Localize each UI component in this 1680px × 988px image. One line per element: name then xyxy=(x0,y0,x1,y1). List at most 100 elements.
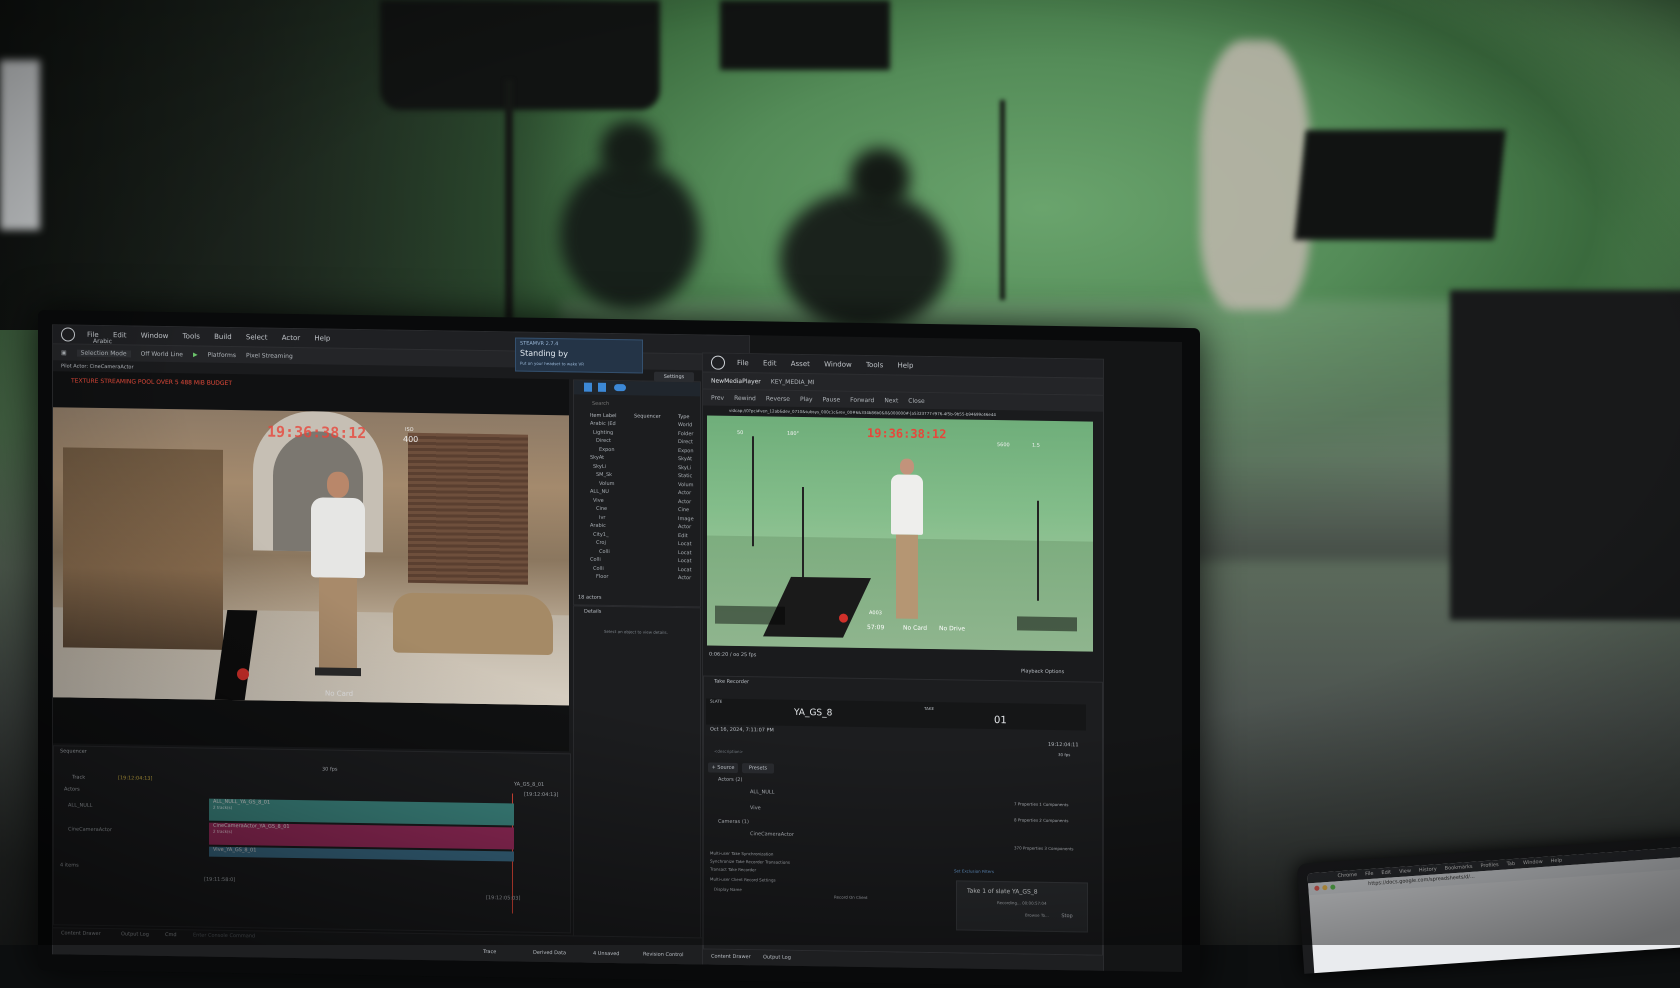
outliner-row[interactable]: Expon Expon xyxy=(574,446,700,454)
min-dot-icon[interactable] xyxy=(1322,885,1328,891)
laptop-menu-item[interactable]: History xyxy=(1419,866,1437,873)
outliner-row[interactable]: Floor Actor xyxy=(574,573,700,581)
outliner-row[interactable]: Croj Locat xyxy=(574,539,700,548)
outliner-row[interactable]: ALL_NU Actor xyxy=(574,488,700,497)
output-log-button[interactable]: Output Log xyxy=(121,931,149,937)
media-menu-help[interactable]: Help xyxy=(897,362,913,370)
cube-icon[interactable] xyxy=(598,382,606,392)
save-icon[interactable]: ▣ xyxy=(61,349,67,356)
exclusion-filters-button[interactable]: Set Exclusion Filters xyxy=(954,868,994,874)
media-menu-file[interactable]: File xyxy=(737,359,749,367)
media-control-pause[interactable]: Pause xyxy=(823,396,841,403)
outliner-row[interactable]: SkyAt SkyAt xyxy=(574,454,700,463)
level-viewport[interactable]: TEXTURE STREAMING POOL OVER 5 488 MiB BU… xyxy=(53,371,569,752)
menu-select[interactable]: Select xyxy=(246,333,268,341)
client-settings-header[interactable]: Multi-user Client Record Settings xyxy=(710,877,776,883)
clip-cine-camera[interactable]: CineCameraActor_YA_GS_8_01 2 track(s) xyxy=(209,822,514,850)
media-content-drawer[interactable]: Content Drawer xyxy=(711,954,751,961)
media-control-close[interactable]: Close xyxy=(908,397,924,404)
outliner-row[interactable]: Arabic (Ed World xyxy=(574,420,700,429)
media-menu-window[interactable]: Window xyxy=(824,360,852,368)
outliner-row[interactable]: Lighting Folder xyxy=(574,429,700,437)
cmd-button[interactable]: Cmd xyxy=(165,932,177,938)
add-source-button[interactable]: + Source xyxy=(708,762,738,773)
take-value[interactable]: 01 xyxy=(994,715,1007,726)
outliner-row[interactable]: SkyLi SkyLi xyxy=(574,463,700,471)
unsaved-button[interactable]: 4 Unsaved xyxy=(593,951,619,957)
track-row-all-null[interactable]: ALL_NULL xyxy=(68,802,92,808)
clip-all-null[interactable]: ALL_NULL_YA_GS_8_01 2 track(s) xyxy=(209,798,514,826)
media-menu-edit[interactable]: Edit xyxy=(763,359,777,367)
outliner-row[interactable]: Direct Direct xyxy=(574,437,700,446)
actor-vive[interactable]: Vive xyxy=(750,805,761,811)
content-drawer-button[interactable]: Content Drawer xyxy=(61,930,101,937)
slate-value[interactable]: YA_GS_8 xyxy=(794,708,832,719)
media-control-next[interactable]: Next xyxy=(884,397,898,404)
tab-key-media[interactable]: KEY_MEDIA_MI xyxy=(771,378,815,386)
media-output-log[interactable]: Output Log xyxy=(763,954,791,960)
outliner-row[interactable]: Arabic Actor xyxy=(574,522,700,531)
actor-all-null[interactable]: ALL_NULL xyxy=(750,789,774,795)
playback-options[interactable]: Playback Options xyxy=(1021,668,1064,675)
outliner-row[interactable]: Vive Actor xyxy=(574,497,700,505)
outliner-row[interactable]: Ivr Image xyxy=(574,514,700,522)
col-type[interactable]: Type xyxy=(678,414,689,420)
menu-actor[interactable]: Actor xyxy=(282,334,300,342)
outliner-row[interactable]: Colli Locat xyxy=(574,548,700,556)
pixel-streaming-button[interactable]: Pixel Streaming xyxy=(246,352,293,360)
menu-edit[interactable]: Edit xyxy=(113,331,127,339)
stop-button[interactable]: Stop xyxy=(1057,911,1077,922)
col-item-label[interactable]: Item Label xyxy=(590,413,616,419)
revision-control-button[interactable]: Revision Control xyxy=(643,952,684,959)
details-tab[interactable]: Details xyxy=(584,609,601,615)
laptop-menu-item[interactable]: Window xyxy=(1523,859,1543,866)
multi-user-header[interactable]: Multi-user Take Synchronization xyxy=(710,851,773,857)
browse-to-button[interactable]: Browse To... xyxy=(1025,913,1049,918)
camera-cine[interactable]: CineCameraActor xyxy=(750,831,794,838)
take-recorder-tab[interactable]: Take Recorder xyxy=(714,679,749,686)
laptop-menu-item[interactable]: Bookmarks xyxy=(1444,864,1472,872)
laptop-menu-item[interactable]: Profiles xyxy=(1480,862,1499,869)
laptop-menu-item[interactable]: Tab xyxy=(1506,861,1515,868)
play-icon[interactable]: ▶ xyxy=(193,351,198,358)
settings-button[interactable]: Settings xyxy=(654,371,694,383)
laptop-menu-item[interactable]: File xyxy=(1365,871,1374,878)
gamepad-icon[interactable] xyxy=(614,384,626,392)
max-dot-icon[interactable] xyxy=(1330,884,1336,890)
tab-new-media-player[interactable]: NewMediaPlayer xyxy=(711,377,761,385)
derived-data-button[interactable]: Derived Data xyxy=(533,950,566,957)
outliner-row[interactable]: Cine Cine xyxy=(574,505,700,513)
actors-header[interactable]: Actors (2) xyxy=(718,777,742,783)
menu-build[interactable]: Build xyxy=(214,333,232,341)
media-control-play[interactable]: Play xyxy=(800,395,813,402)
outliner-row[interactable]: SM_Sk Static xyxy=(574,471,700,480)
menu-window[interactable]: Window xyxy=(141,332,169,340)
media-menu-tools[interactable]: Tools xyxy=(866,361,883,369)
media-menu-asset[interactable]: Asset xyxy=(791,360,810,368)
outliner-search[interactable]: Search xyxy=(592,401,609,407)
blueprint-icon[interactable] xyxy=(584,382,592,392)
add-track-button[interactable]: Track xyxy=(72,775,85,781)
platforms-button[interactable]: Platforms xyxy=(208,351,236,358)
track-row-cine-camera[interactable]: CineCameraActor xyxy=(68,826,112,833)
menu-tools[interactable]: Tools xyxy=(183,332,200,340)
take-description[interactable]: <description> xyxy=(714,749,743,754)
laptop-menu-item[interactable]: View xyxy=(1399,868,1411,875)
outliner-row[interactable]: Volum Volum xyxy=(574,480,700,488)
selection-mode-button[interactable]: Selection Mode xyxy=(76,349,131,357)
outliner-row[interactable]: City1_ Edit xyxy=(574,531,700,539)
sequencer-tab[interactable]: Sequencer xyxy=(60,748,87,754)
col-sequencer[interactable]: Sequencer xyxy=(634,413,661,419)
media-control-forward[interactable]: Forward xyxy=(850,396,874,403)
outliner-row[interactable]: Colli Locat xyxy=(574,565,700,573)
laptop-menu-item[interactable]: Edit xyxy=(1381,870,1391,877)
laptop-menu-item[interactable]: Chrome xyxy=(1337,872,1357,879)
level-tab[interactable]: Arabic xyxy=(93,338,112,345)
world-dropdown[interactable]: Off World Line xyxy=(141,350,183,358)
media-control-prev[interactable]: Prev xyxy=(711,394,724,401)
media-control-reverse[interactable]: Reverse xyxy=(766,395,790,402)
menu-help[interactable]: Help xyxy=(314,334,330,342)
clip-vive[interactable]: Vive_YA_GS_8_01 xyxy=(209,846,514,862)
cameras-header[interactable]: Cameras (1) xyxy=(718,819,749,825)
console-input[interactable]: Enter Console Command xyxy=(193,932,255,939)
